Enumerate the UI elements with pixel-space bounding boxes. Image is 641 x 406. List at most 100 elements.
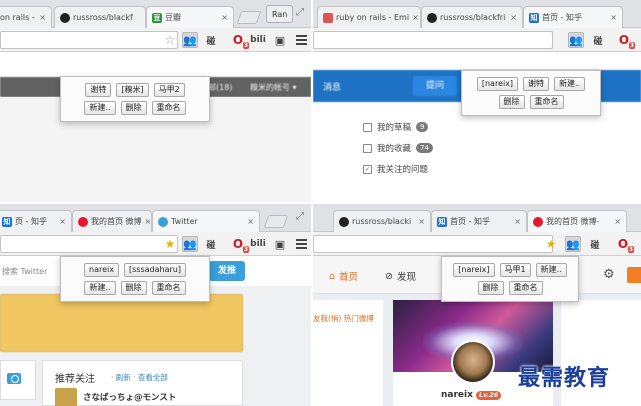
side-item-followed-questions[interactable]: ✓ 我关注的问题: [363, 163, 428, 175]
new-account-button[interactable]: 新建..: [84, 281, 116, 295]
tab-rails[interactable]: ruby on rails - Emi ×: [317, 6, 421, 28]
profile-button[interactable]: Ran: [266, 5, 294, 23]
left-links[interactable]: 友我(悄) 热门微博: [313, 313, 374, 324]
mail-count[interactable]: 邮(18): [208, 82, 232, 93]
close-icon[interactable]: ×: [510, 13, 517, 22]
account-button[interactable]: 谢特: [85, 83, 112, 97]
photo-box[interactable]: [0, 360, 36, 400]
address-bar[interactable]: [0, 31, 178, 49]
account-switcher-icon[interactable]: 👥: [565, 236, 581, 252]
new-account-button[interactable]: 新建..: [535, 263, 567, 277]
rename-button[interactable]: 重命名: [508, 281, 543, 295]
close-icon[interactable]: ×: [39, 13, 46, 22]
rename-button[interactable]: 重命名: [151, 101, 186, 115]
tab-douban[interactable]: 豆 豆瓣 ×: [146, 6, 234, 28]
address-bar[interactable]: [313, 31, 553, 49]
count-badge: 74: [416, 143, 433, 153]
account-switcher-icon[interactable]: 👥: [182, 32, 198, 48]
account-button[interactable]: nareix: [84, 263, 119, 277]
refresh-view-all-links[interactable]: · 刷新 · 查看全部: [111, 372, 168, 383]
close-icon[interactable]: ×: [145, 217, 151, 226]
close-icon[interactable]: ×: [247, 217, 254, 226]
side-item-drafts[interactable]: 我的草稿 9: [363, 121, 429, 133]
account-button[interactable]: [糗米]: [116, 83, 149, 97]
opera-icon[interactable]: O3: [230, 236, 249, 253]
close-icon[interactable]: ×: [412, 13, 419, 22]
bili-icon[interactable]: bili: [249, 236, 267, 252]
account-button[interactable]: 马甲1: [499, 263, 531, 277]
extension-text-icon[interactable]: 碰: [202, 236, 220, 252]
tab-github[interactable]: russross/blackfri ×: [421, 6, 523, 28]
new-account-button[interactable]: 新建..: [84, 101, 116, 115]
messages-link[interactable]: 消息: [323, 80, 341, 93]
delete-button[interactable]: 删除: [498, 95, 525, 109]
close-icon[interactable]: ×: [610, 13, 617, 22]
delete-button[interactable]: 删除: [477, 281, 504, 295]
opera-icon[interactable]: O3: [230, 32, 249, 49]
address-bar[interactable]: [0, 235, 178, 253]
delete-button[interactable]: 删除: [120, 281, 147, 295]
account-menu[interactable]: 糗米的帐号 ▾: [250, 82, 297, 93]
edit-icon[interactable]: [627, 267, 641, 283]
weibo-icon: [78, 216, 88, 227]
rename-button[interactable]: 重命名: [529, 95, 564, 109]
tab-zhihu[interactable]: 知 首页 - 知乎 ×: [523, 6, 623, 28]
search-input[interactable]: 搜索 Twitter: [2, 266, 47, 277]
close-icon[interactable]: ×: [418, 217, 425, 226]
nav-home[interactable]: ⌂ 首页: [329, 269, 358, 284]
avatar[interactable]: [55, 388, 77, 406]
account-switcher-icon[interactable]: 👥: [568, 32, 584, 48]
tab-zhihu[interactable]: 知 页 - 知乎 ×: [0, 210, 72, 232]
popup-row: 新建.. 删除 重命名: [67, 281, 203, 295]
opera-icon[interactable]: O3: [616, 32, 635, 49]
address-bar[interactable]: [313, 235, 553, 253]
star-icon[interactable]: ★: [543, 236, 559, 252]
tab-rails[interactable]: on rails - ×: [0, 6, 52, 28]
new-account-button[interactable]: 新建..: [554, 77, 586, 91]
nickname[interactable]: nareix: [441, 390, 473, 400]
menu-icon[interactable]: [293, 32, 309, 48]
opera-icon[interactable]: O3: [615, 236, 634, 253]
tweet-button[interactable]: 发推: [209, 261, 245, 281]
bili-icon[interactable]: bili: [249, 32, 267, 48]
star-icon[interactable]: ★: [162, 236, 178, 252]
image-icon[interactable]: ▣: [272, 236, 288, 252]
account-button[interactable]: [sssadaharu]: [124, 263, 186, 277]
tab-github[interactable]: russross/blackf: [54, 6, 146, 28]
fullscreen-icon[interactable]: ⤢: [296, 7, 304, 18]
rename-button[interactable]: 重命名: [151, 281, 186, 295]
star-icon[interactable]: ☆: [162, 32, 178, 48]
extension-text-icon[interactable]: 碰: [586, 236, 604, 252]
account-button[interactable]: [nareix]: [476, 77, 519, 91]
account-button[interactable]: [nareix]: [453, 263, 495, 277]
ask-button[interactable]: 提问: [413, 76, 457, 96]
close-icon[interactable]: ×: [514, 217, 521, 226]
avatar[interactable]: [451, 340, 495, 384]
extension-text-icon[interactable]: 碰: [202, 32, 220, 48]
close-icon[interactable]: ×: [59, 217, 66, 226]
gear-icon[interactable]: ⚙: [603, 267, 615, 282]
account-switcher-icon[interactable]: 👥: [182, 236, 198, 252]
nav-discover[interactable]: ⊘ 发现: [385, 269, 416, 284]
tab-twitter[interactable]: Twitter ×: [152, 210, 260, 232]
tab-github[interactable]: russross/blacki ×: [333, 210, 431, 232]
image-icon[interactable]: ▣: [272, 32, 288, 48]
delete-button[interactable]: 删除: [120, 101, 147, 115]
zhihu-icon: 知: [437, 216, 447, 227]
account-button[interactable]: 马甲2: [153, 83, 185, 97]
tab-weibo[interactable]: 我的首页 微博- ×: [527, 210, 627, 232]
close-icon[interactable]: ×: [614, 217, 621, 226]
account-button[interactable]: 谢特: [523, 77, 550, 91]
extension-text-icon[interactable]: 碰: [589, 32, 607, 48]
new-tab-button[interactable]: [236, 11, 262, 24]
menu-icon[interactable]: [293, 236, 309, 252]
fullscreen-icon[interactable]: ⤢: [296, 211, 304, 222]
github-icon: [60, 12, 70, 23]
side-item-favorites[interactable]: 我的收藏 74: [363, 142, 433, 154]
recommended-user[interactable]: さなばっちょ@モンスト: [83, 391, 176, 403]
tab-zhihu[interactable]: 知 首页 - 知乎 ×: [431, 210, 527, 232]
panel-top-left: on rails - × russross/blackf 豆 豆瓣 × Ran …: [0, 0, 311, 202]
new-tab-button[interactable]: [263, 215, 289, 228]
close-icon[interactable]: ×: [221, 13, 228, 22]
tab-weibo[interactable]: 我的首页 微博 ×: [72, 210, 152, 232]
